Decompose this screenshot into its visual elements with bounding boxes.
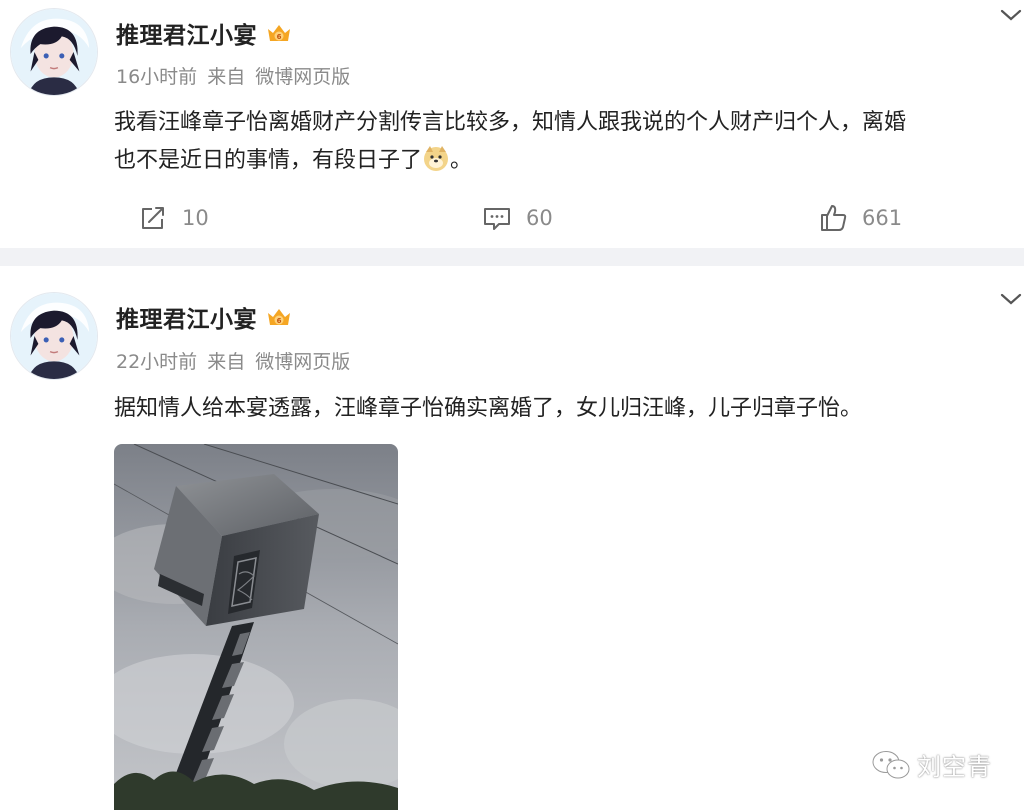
comment-icon	[484, 208, 510, 230]
avatar-image	[11, 293, 97, 379]
username-row: 推理君江小宴 6	[116, 300, 293, 334]
vip-crown-icon[interactable]: 6	[265, 19, 293, 47]
watermark: 刘空青	[871, 747, 992, 782]
watermark-text: 刘空青	[917, 753, 992, 781]
comment-button[interactable]: 60	[482, 198, 553, 238]
chevron-down-icon[interactable]	[998, 6, 1024, 26]
post-text-segment: 。	[450, 148, 473, 173]
chevron-down-icon[interactable]	[998, 290, 1024, 310]
source-name: 微博网页版	[255, 351, 351, 373]
weibo-feed: 推理君江小宴 6 16小时前 来自 微博网页版 我看汪峰章子怡离婚财产分割传言比较多…	[0, 0, 1024, 810]
post-divider	[0, 248, 1024, 266]
post-meta: 16小时前 来自 微博网页版	[116, 62, 360, 89]
like-count: 661	[862, 206, 903, 230]
like-icon	[821, 205, 847, 231]
wechat-icon	[872, 750, 910, 778]
username-row: 推理君江小宴 6	[116, 16, 293, 50]
post-card: 推理君江小宴 6 22小时前 来自 微博网页版 据知情人给本宴透露，汪峰章子怡确实离…	[0, 266, 1024, 810]
svg-text:6: 6	[277, 317, 282, 325]
post-text-line: 我看汪峰章子怡离婚财产分割传言比较多，知情人跟我说的个人财产归个人，离婚	[114, 110, 907, 135]
repost-count: 10	[182, 206, 209, 230]
source-prefix: 来自	[207, 66, 246, 88]
post-text: 据知情人给本宴透露，汪峰章子怡确实离婚了，女儿归汪峰，儿子归章子怡。	[114, 390, 862, 428]
avatar-image	[11, 9, 97, 95]
vip-crown-icon[interactable]: 6	[265, 303, 293, 331]
username[interactable]: 推理君江小宴	[116, 300, 257, 334]
avatar[interactable]	[10, 292, 98, 380]
post-text-line: 也不是近日的事情，有段日子了 。	[114, 142, 906, 180]
source-name: 微博网页版	[255, 66, 351, 88]
repost-icon	[142, 207, 164, 229]
post-text-segment: 也不是近日的事情，有段日子了	[114, 148, 423, 173]
post-actions: 10 60 661	[0, 198, 1024, 238]
post-card: 推理君江小宴 6 16小时前 来自 微博网页版 我看汪峰章子怡离婚财产分割传言比较多…	[0, 0, 1024, 248]
avatar[interactable]	[10, 8, 98, 96]
comment-count: 60	[526, 206, 553, 230]
post-text-line: 据知情人给本宴透露，汪峰章子怡确实离婚了，女儿归汪峰，儿子归章子怡。	[114, 396, 863, 421]
post-image-hammer[interactable]	[114, 444, 398, 810]
repost-button[interactable]: 10	[138, 198, 209, 238]
like-button[interactable]: 661	[818, 198, 902, 238]
source-prefix: 来自	[207, 351, 246, 373]
svg-text:6: 6	[277, 33, 282, 41]
username[interactable]: 推理君江小宴	[116, 16, 257, 50]
post-text: 我看汪峰章子怡离婚财产分割传言比较多，知情人跟我说的个人财产归个人，离婚 也不是…	[114, 104, 906, 180]
post-meta: 22小时前 来自 微博网页版	[116, 347, 360, 374]
post-time[interactable]: 16小时前	[116, 66, 197, 88]
post-time[interactable]: 22小时前	[116, 351, 197, 373]
doge-emoji-icon	[422, 144, 450, 172]
